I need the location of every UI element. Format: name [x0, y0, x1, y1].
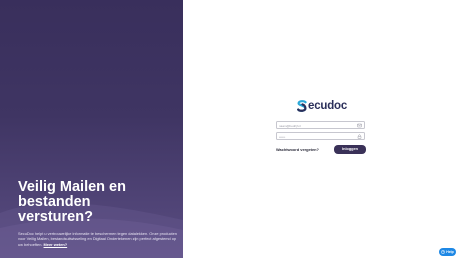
- forgot-password-link[interactable]: Wachtwoord vergeten?: [276, 147, 319, 152]
- email-input[interactable]: [279, 122, 357, 129]
- login-panel: [183, 0, 458, 258]
- help-label: Help: [446, 250, 454, 254]
- email-field[interactable]: [276, 121, 365, 129]
- hero-description: SecuDoc helpt u vertrouwelijke informati…: [18, 231, 178, 247]
- envelope-icon: [357, 123, 362, 128]
- hero-panel: Veilig Mailen en bestanden versturen? Se…: [0, 0, 183, 258]
- secudoc-logo: ecudoc: [297, 99, 347, 113]
- hero-headline: Veilig Mailen en bestanden versturen?: [18, 179, 126, 225]
- hero-description-text: SecuDoc helpt u vertrouwelijke informati…: [18, 231, 177, 247]
- password-input[interactable]: [279, 133, 357, 140]
- logo-s-icon: [297, 100, 307, 112]
- password-field[interactable]: [276, 132, 365, 140]
- more-info-link[interactable]: Meer weten?: [44, 242, 68, 247]
- lock-icon: [357, 134, 362, 139]
- logo-wordmark: ecudoc: [308, 100, 348, 112]
- login-button[interactable]: Inloggen: [334, 145, 366, 154]
- help-button[interactable]: Help: [439, 248, 456, 256]
- question-icon: [441, 250, 446, 254]
